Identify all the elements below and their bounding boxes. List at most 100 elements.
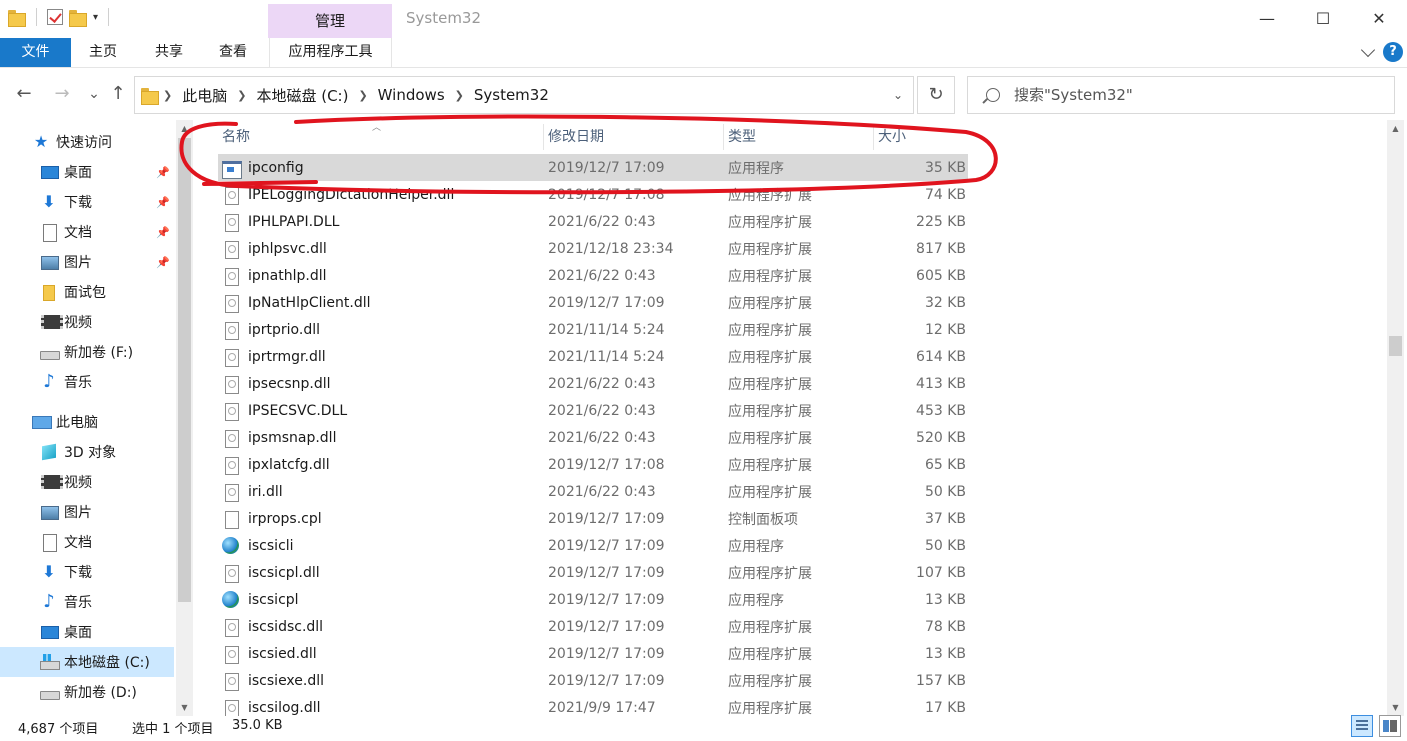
sidebar-item[interactable]: ⬇ 下载 📌 — [0, 187, 174, 217]
file-date: 2019/12/7 17:09 — [548, 537, 665, 554]
sidebar-item[interactable]: 本地磁盘 (C:) — [0, 647, 174, 677]
large-icons-view-icon[interactable] — [1379, 715, 1401, 737]
divider — [36, 8, 37, 26]
tab-home[interactable]: 主页 — [76, 38, 130, 67]
pin-icon[interactable]: 📌 — [156, 256, 170, 269]
table-row[interactable]: iprtrmgr.dll 2021/11/14 5:24 应用程序扩展 614 KB — [218, 343, 968, 370]
scrollbar-thumb[interactable] — [1389, 336, 1402, 356]
back-button[interactable]: ← — [12, 82, 36, 106]
table-row[interactable]: iri.dll 2021/6/22 0:43 应用程序扩展 50 KB — [218, 478, 968, 505]
sidebar-item-label: 下载 — [64, 195, 92, 211]
tab-share[interactable]: 共享 — [142, 38, 196, 67]
file-type: 应用程序扩展 — [728, 214, 812, 231]
file-name-cell: IPSECSVC.DLL — [218, 402, 544, 421]
table-row[interactable]: iscsied.dll 2019/12/7 17:09 应用程序扩展 13 KB — [218, 640, 968, 667]
window-title: System32 — [406, 9, 482, 27]
table-row[interactable]: iprtprio.dll 2021/11/14 5:24 应用程序扩展 12 KB — [218, 316, 968, 343]
sidebar-item[interactable]: ♪ 音乐 — [0, 587, 174, 617]
tab-file[interactable]: 文件 — [0, 38, 71, 67]
recent-locations-button[interactable]: ⌄ — [82, 82, 106, 106]
breadcrumb-local-disk-c[interactable]: 本地磁盘 (C:) — [250, 85, 354, 106]
sidebar-item[interactable]: 图片 — [0, 497, 174, 527]
chevron-right-icon[interactable]: ❯ — [451, 89, 468, 102]
close-button[interactable]: ✕ — [1351, 0, 1407, 40]
sidebar-item[interactable]: 此电脑 — [0, 407, 174, 437]
column-header-name[interactable]: 名称 — [218, 124, 544, 150]
chevron-right-icon[interactable]: ❯ — [159, 89, 176, 102]
table-row[interactable]: iscsicpl.dll 2019/12/7 17:09 应用程序扩展 107 KB — [218, 559, 968, 586]
sidebar-item[interactable]: 桌面 — [0, 617, 174, 647]
file-name-cell: iscsicli — [218, 536, 544, 555]
sidebar-item[interactable]: 文档 — [0, 527, 174, 557]
table-row[interactable]: iscsicpl 2019/12/7 17:09 应用程序 13 KB — [218, 586, 968, 613]
table-row[interactable]: iphlpsvc.dll 2021/12/18 23:34 应用程序扩展 817 KB — [218, 235, 968, 262]
customize-toolbar-dropdown[interactable]: ▾ — [93, 12, 98, 23]
table-row[interactable]: ipsecsnp.dll 2021/6/22 0:43 应用程序扩展 413 KB — [218, 370, 968, 397]
table-row[interactable]: irprops.cpl 2019/12/7 17:09 控制面板项 37 KB — [218, 505, 968, 532]
scrollbar-thumb[interactable] — [178, 138, 191, 602]
tab-view[interactable]: 查看 — [206, 38, 260, 67]
breadcrumb-system32[interactable]: System32 — [468, 86, 555, 104]
scroll-up-arrow[interactable]: ▲ — [176, 120, 193, 137]
pin-icon[interactable]: 📌 — [156, 166, 170, 179]
sidebar-item[interactable]: 3D 对象 — [0, 437, 174, 467]
properties-icon[interactable] — [47, 9, 63, 25]
table-row[interactable]: iscsidsc.dll 2019/12/7 17:09 应用程序扩展 78 KB — [218, 613, 968, 640]
new-folder-icon[interactable] — [69, 9, 87, 27]
table-row[interactable]: ipsmsnap.dll 2021/6/22 0:43 应用程序扩展 520 KB — [218, 424, 968, 451]
minimize-button[interactable]: — — [1239, 0, 1295, 40]
sidebar-item[interactable]: 新加卷 (F:) — [0, 337, 174, 367]
expand-ribbon-icon[interactable] — [1360, 42, 1376, 58]
pin-icon[interactable]: 📌 — [156, 226, 170, 239]
tab-manage[interactable]: 管理 — [268, 4, 392, 38]
breadcrumb-this-pc[interactable]: 此电脑 — [176, 85, 233, 106]
sidebar-item[interactable]: 视频 — [0, 467, 174, 497]
address-history-dropdown[interactable]: ⌄ — [882, 76, 914, 114]
forward-button[interactable]: → — [50, 82, 74, 106]
dll-file-icon — [222, 483, 240, 502]
table-row[interactable]: ipconfig 2019/12/7 17:09 应用程序 35 KB — [218, 154, 968, 181]
refresh-button[interactable]: ↻ — [917, 76, 955, 114]
chevron-right-icon[interactable]: ❯ — [233, 89, 250, 102]
column-header-size[interactable]: 大小 — [874, 124, 970, 150]
file-size: 225 KB — [916, 213, 966, 230]
navigation-scrollbar[interactable]: ▲ ▼ — [176, 120, 193, 716]
search-input[interactable] — [1014, 86, 1374, 104]
help-icon[interactable]: ? — [1383, 42, 1403, 62]
sidebar-item[interactable]: 视频 — [0, 307, 174, 337]
file-list-scrollbar[interactable]: ▲ ▼ — [1387, 120, 1404, 716]
table-row[interactable]: IPHLPAPI.DLL 2021/6/22 0:43 应用程序扩展 225 KB — [218, 208, 968, 235]
table-row[interactable]: IpNatHlpClient.dll 2019/12/7 17:09 应用程序扩展 3… — [218, 289, 968, 316]
details-view-icon[interactable] — [1351, 715, 1373, 737]
table-row[interactable]: ipnathlp.dll 2021/6/22 0:43 应用程序扩展 605 KB — [218, 262, 968, 289]
up-button[interactable]: ↑ — [106, 82, 130, 106]
breadcrumb-windows[interactable]: Windows — [372, 86, 451, 104]
file-type: 控制面板项 — [728, 511, 798, 528]
dll-file-icon — [222, 213, 240, 232]
sidebar-item[interactable]: 面试包 — [0, 277, 174, 307]
table-row[interactable]: iscsicli 2019/12/7 17:09 应用程序 50 KB — [218, 532, 968, 559]
pin-icon[interactable]: 📌 — [156, 196, 170, 209]
table-row[interactable]: IPSECSVC.DLL 2021/6/22 0:43 应用程序扩展 453 KB — [218, 397, 968, 424]
scroll-up-arrow[interactable]: ▲ — [1387, 120, 1404, 137]
tab-application-tools[interactable]: 应用程序工具 — [269, 38, 392, 67]
column-header-date[interactable]: 修改日期 — [544, 124, 724, 150]
sidebar-item[interactable]: ★ 快速访问 — [0, 127, 174, 157]
sidebar-item[interactable]: 新加卷 (D:) — [0, 677, 174, 707]
search-box[interactable] — [967, 76, 1395, 114]
file-list: ︿ 名称 修改日期 类型 大小 ipconfig 2019/12/7 17:09 应… — [200, 120, 1386, 716]
sidebar-item[interactable]: ⬇ 下载 — [0, 557, 174, 587]
view-switcher — [1351, 715, 1401, 737]
chevron-right-icon[interactable]: ❯ — [354, 89, 371, 102]
column-header-type[interactable]: 类型 — [724, 124, 874, 150]
maximize-button[interactable]: ☐ — [1295, 0, 1351, 40]
sidebar-item-label: 视频 — [64, 315, 92, 331]
sidebar-item[interactable]: 桌面 📌 — [0, 157, 174, 187]
address-bar[interactable]: ❯ 此电脑 ❯ 本地磁盘 (C:) ❯ Windows ❯ System32 — [134, 76, 914, 114]
table-row[interactable]: iscsiexe.dll 2019/12/7 17:09 应用程序扩展 157 KB — [218, 667, 968, 694]
table-row[interactable]: IPELoggingDictationHelper.dll 2019/12/7 1… — [218, 181, 968, 208]
sidebar-item[interactable]: ♪ 音乐 — [0, 367, 174, 397]
sidebar-item[interactable]: 图片 📌 — [0, 247, 174, 277]
table-row[interactable]: ipxlatcfg.dll 2019/12/7 17:08 应用程序扩展 65 KB — [218, 451, 968, 478]
sidebar-item[interactable]: 文档 📌 — [0, 217, 174, 247]
